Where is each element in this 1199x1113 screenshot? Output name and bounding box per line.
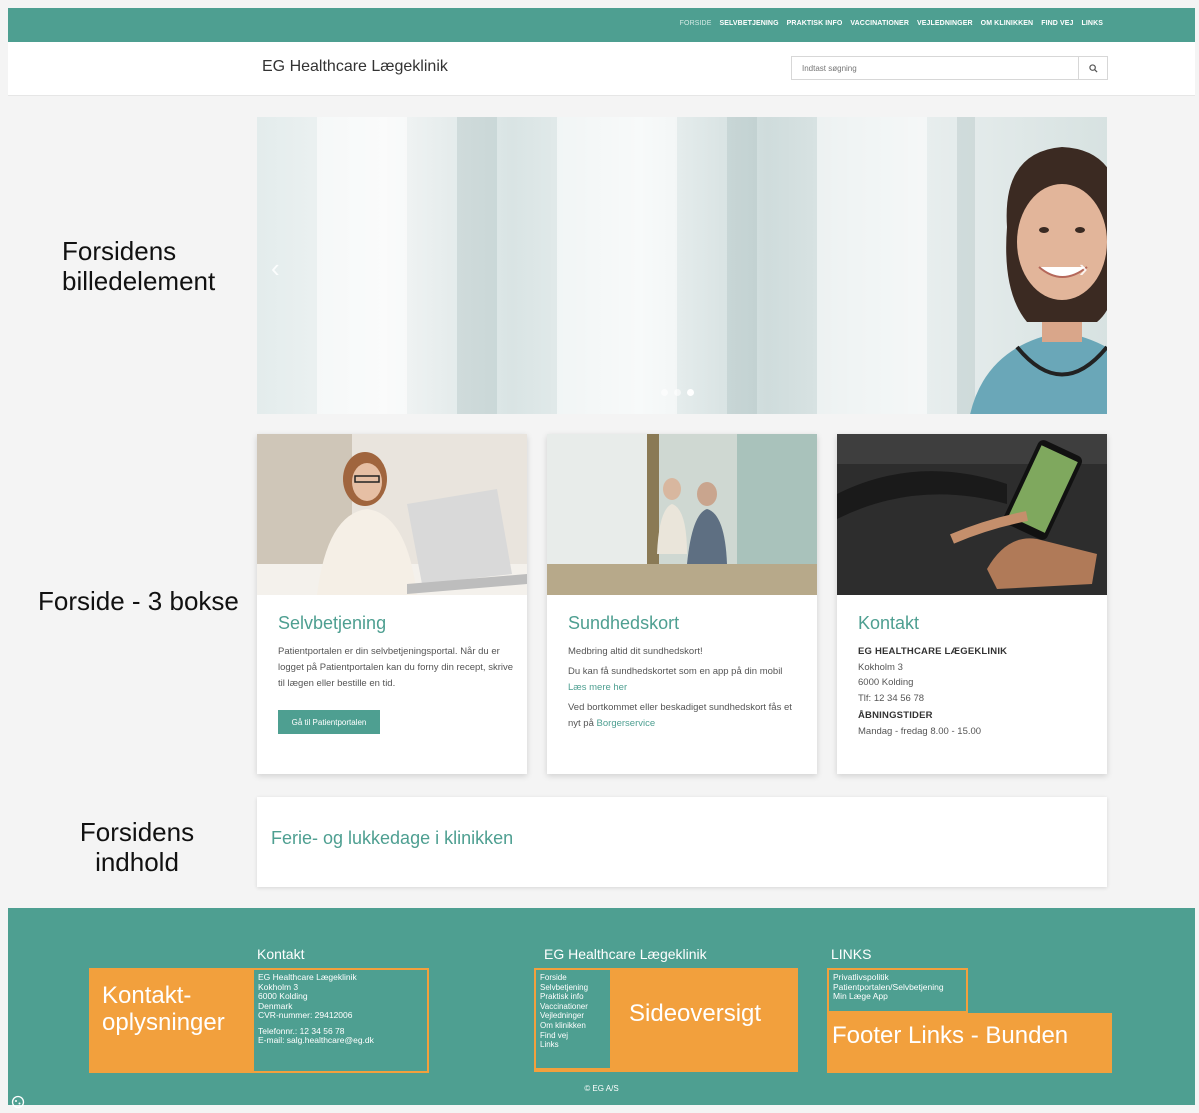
nav-item-praktisk-info[interactable]: PRAKTISK INFO [787, 20, 843, 27]
nav-item-find-vej[interactable]: FIND VEJ [1041, 20, 1073, 27]
card-selvbetjening-image [257, 434, 527, 595]
footer-links-title: LINKS [831, 946, 872, 962]
annotation-links-label: Footer Links - Bunden [832, 1022, 1069, 1049]
footer-sitemap-link[interactable]: Praktisk info [540, 992, 606, 1002]
card-selvbetjening: Selvbetjening Patientportalen er din sel… [257, 434, 527, 774]
hero-bg-window [817, 117, 927, 414]
footer-sitemap-link[interactable]: Links [540, 1040, 606, 1050]
footer-sitemap-title: EG Healthcare Lægeklinik [544, 946, 707, 962]
card-selvbetjening-body: Patientportalen er din selvbetjeningspor… [278, 644, 513, 696]
opening-hours-title-text: ÅBNINGSTIDER [858, 710, 933, 721]
nav-item-links[interactable]: LINKS [1082, 20, 1104, 27]
search-icon [1088, 63, 1098, 73]
card-sundhedskort: Sundhedskort Medbring altid dit sundheds… [547, 434, 817, 774]
site-title[interactable]: EG Healthcare Lægeklinik [262, 58, 448, 76]
card-sundhedskort-p2-text: Du kan få sundhedskortet som en app på d… [568, 666, 783, 677]
top-navigation-bar: FORSIDE SELVBETJENING PRAKTISK INFO VACC… [8, 8, 1195, 42]
hero-bg-window [317, 117, 407, 414]
carousel-dot[interactable] [674, 389, 681, 396]
annotation-contact-label-line1: Kontakt- [102, 982, 192, 1009]
clinic-name: EG HEALTHCARE LÆGEKLINIK [858, 644, 1093, 660]
card-selvbetjening-text: Patientportalen er din selvbetjeningspor… [278, 646, 514, 689]
carousel-next-icon[interactable]: › [1079, 253, 1088, 284]
footer-links-box: Privatlivspolitik Patientportalen/Selvbe… [827, 968, 968, 1013]
clinic-city: 6000 Kolding [858, 677, 914, 688]
footer-sitemap-link[interactable]: Vaccinationer [540, 1002, 606, 1012]
hero-bg-window [557, 117, 677, 414]
annotation-hero: Forsidens billedelement [62, 236, 227, 296]
card-sundhedskort-p3: Ved bortkommet eller beskadiget sundheds… [568, 700, 803, 732]
content-box: Ferie- og lukkedage i klinikken [257, 797, 1107, 887]
footer-sitemap-link[interactable]: Vejledninger [540, 1011, 606, 1021]
card-kontakt-title: Kontakt [858, 613, 920, 633]
annotation-content-line2: indhold [95, 847, 179, 877]
hero-carousel[interactable]: ‹ › [257, 117, 1107, 414]
card-kontakt-image [837, 434, 1107, 595]
phone-in-car-image [837, 434, 1107, 595]
nav-item-selvbetjening[interactable]: SELVBETJENING [720, 20, 779, 27]
footer-contact-box: EG Healthcare Lægeklinik Kokholm 3 6000 … [252, 968, 429, 1073]
nav-item-forside[interactable]: FORSIDE [680, 20, 712, 27]
card-sundhedskort-title: Sundhedskort [568, 613, 680, 633]
search-box [791, 56, 1108, 80]
annotation-boxes: Forside - 3 bokse [38, 586, 239, 616]
carousel-dot[interactable] [661, 389, 668, 396]
carousel-prev-icon[interactable]: ‹ [271, 253, 280, 284]
nav-item-om-klinikken[interactable]: OM KLINIKKEN [981, 20, 1034, 27]
cookie-settings-icon[interactable] [11, 1095, 25, 1109]
read-more-link[interactable]: Læs mere her [568, 682, 627, 693]
nav-item-vaccinationer[interactable]: VACCINATIONER [850, 20, 909, 27]
opening-hours: Mandag - fredag 8.00 - 15.00 [858, 725, 982, 737]
annotation-content: Forsidens indhold [62, 817, 212, 877]
hero-bg-pillar [457, 117, 497, 414]
opening-hours-title: ÅBNINGSTIDER [858, 708, 1093, 724]
woman-laptop-image [257, 434, 527, 595]
go-to-patientportal-button[interactable]: Gå til Patientportalen [278, 710, 380, 734]
search-button[interactable] [1078, 57, 1107, 79]
card-sundhedskort-p1: Medbring altid dit sundhedskort! [568, 646, 703, 657]
annotation-content-line1: Forsidens [79, 817, 195, 847]
footer-sitemap-link[interactable]: Om klinikken [540, 1021, 606, 1031]
footer-sitemap-link[interactable]: Selvbetjening [540, 983, 606, 993]
card-kontakt-body: EG HEALTHCARE LÆGEKLINIK Kokholm 3 6000 … [858, 644, 1093, 739]
footer-contact-title: Kontakt [257, 946, 305, 962]
hero-bg-pillar [727, 117, 757, 414]
annotation-hero-line2: billedelement [62, 266, 216, 296]
carousel-dot-active[interactable] [687, 389, 694, 396]
card-sundhedskort-body: Medbring altid dit sundhedskort! Du kan … [568, 644, 803, 736]
carousel-indicators [661, 389, 694, 396]
clinic-street: Kokholm 3 [858, 661, 903, 673]
annotation-sitemap-label: Sideoversigt [629, 1000, 762, 1027]
footer-sitemap-link[interactable]: Find vej [540, 1031, 606, 1041]
waiting-room-image [547, 434, 817, 595]
content-heading[interactable]: Ferie- og lukkedage i klinikken [271, 828, 513, 849]
search-input[interactable] [792, 57, 1078, 79]
annotation-contact-label: Kontakt- oplysninger [102, 982, 252, 1036]
clinic-name-text: EG HEALTHCARE LÆGEKLINIK [858, 646, 1008, 657]
footer-link[interactable]: Min Læge App [833, 991, 962, 1002]
borgerservice-link[interactable]: Borgerservice [597, 718, 656, 729]
site-header: EG Healthcare Lægeklinik [8, 42, 1195, 96]
copyright-text: © EG A/S [584, 1084, 619, 1093]
card-sundhedskort-p2: Du kan få sundhedskortet som en app på d… [568, 664, 803, 696]
card-sundhedskort-image [547, 434, 817, 595]
clinic-phone: Tlf: 12 34 56 78 [858, 692, 925, 704]
footer-sitemap-link[interactable]: Forside [540, 973, 606, 983]
annotation-hero-line1: Forsidens [62, 236, 177, 266]
card-selvbetjening-title: Selvbetjening [278, 613, 387, 633]
footer: Kontakt Kontakt- oplysninger EG Healthca… [8, 908, 1195, 1109]
footer-contact-line: CVR-nummer: 29412006 [258, 1010, 353, 1020]
footer-sitemap-box: Forside Selvbetjening Praktisk info Vacc… [534, 968, 612, 1070]
nav-item-vejledninger[interactable]: VEJLEDNINGER [917, 20, 973, 27]
footer-contact-email[interactable]: E-mail: salg.healthcare@eg.dk [258, 1035, 423, 1046]
card-kontakt: Kontakt EG HEALTHCARE LÆGEKLINIK Kokholm… [837, 434, 1107, 774]
annotation-contact-label-line2: oplysninger [102, 1009, 225, 1036]
